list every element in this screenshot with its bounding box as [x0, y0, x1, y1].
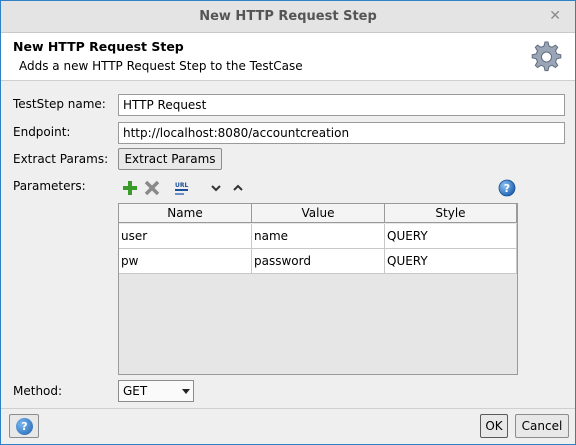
delete-icon[interactable]: [143, 179, 161, 197]
cell-name[interactable]: user: [119, 224, 252, 249]
svg-text:?: ?: [504, 182, 510, 195]
cell-style[interactable]: QUERY: [385, 224, 517, 249]
dialog-header: New HTTP Request Step Adds a new HTTP Re…: [1, 33, 575, 81]
column-header-value[interactable]: Value: [252, 204, 385, 223]
help-icon: ?: [16, 418, 33, 435]
method-select[interactable]: GET: [118, 380, 194, 402]
url-icon[interactable]: URL: [173, 179, 191, 197]
title-bar: New HTTP Request Step ✕: [1, 1, 575, 33]
ok-button[interactable]: OK: [480, 414, 508, 438]
endpoint-input[interactable]: http://localhost:8080/accountcreation: [118, 122, 565, 144]
column-header-style[interactable]: Style: [385, 204, 517, 223]
endpoint-label: Endpoint:: [13, 125, 71, 139]
cell-style[interactable]: QUERY: [385, 249, 517, 274]
parameters-toolbar: URL ?: [119, 177, 519, 199]
add-icon[interactable]: [121, 179, 139, 197]
gear-icon: [531, 41, 562, 72]
help-icon[interactable]: ?: [498, 179, 516, 197]
svg-text:URL: URL: [175, 182, 188, 189]
window-title: New HTTP Request Step: [199, 9, 377, 24]
table-row[interactable]: pw password QUERY: [119, 249, 517, 274]
close-icon[interactable]: ✕: [549, 8, 561, 24]
method-label: Method:: [13, 384, 63, 398]
table-row[interactable]: user name QUERY: [119, 224, 517, 249]
method-selected-value: GET: [123, 384, 148, 398]
cell-name[interactable]: pw: [119, 249, 252, 274]
footer-divider: [1, 408, 575, 409]
parameters-label: Parameters:: [13, 179, 86, 193]
teststep-name-input[interactable]: HTTP Request: [118, 94, 565, 116]
teststep-name-label: TestStep name:: [13, 97, 106, 111]
dialog-window: New HTTP Request Step ✕ New HTTP Request…: [0, 0, 576, 445]
header-title: New HTTP Request Step: [13, 39, 184, 54]
extract-params-label: Extract Params:: [13, 152, 109, 166]
cell-value[interactable]: password: [252, 249, 385, 274]
parameters-table[interactable]: Name Value Style user name QUERY pw pass…: [118, 203, 518, 375]
help-button[interactable]: ?: [9, 414, 39, 438]
column-header-name[interactable]: Name: [119, 204, 252, 223]
cancel-button[interactable]: Cancel: [515, 414, 569, 438]
move-down-icon[interactable]: [207, 179, 225, 197]
chevron-down-icon: [182, 389, 190, 394]
extract-params-button[interactable]: Extract Params: [118, 148, 222, 170]
header-description: Adds a new HTTP Request Step to the Test…: [19, 59, 303, 73]
move-up-icon[interactable]: [229, 179, 247, 197]
table-header: Name Value Style: [119, 204, 517, 223]
cell-value[interactable]: name: [252, 224, 385, 249]
